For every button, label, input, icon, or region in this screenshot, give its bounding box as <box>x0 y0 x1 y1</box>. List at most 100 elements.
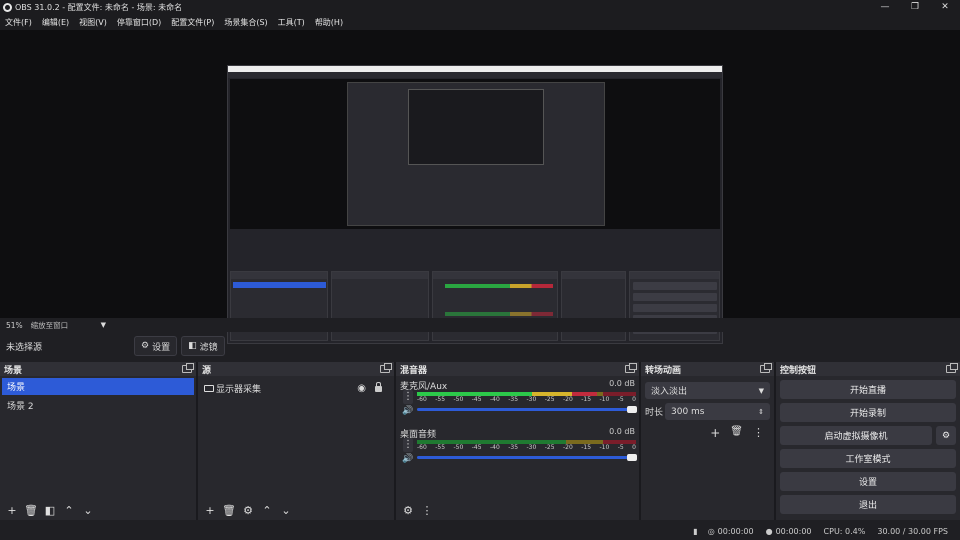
meter-scale: -60 -55 -50 -45 -40 -35 -30 -25 -20 -15 -10 -5 0 <box>417 444 636 452</box>
menu-file[interactable]: 文件(F) <box>5 17 32 28</box>
speaker-icon[interactable]: 🔊 <box>402 406 413 416</box>
scale-tick: -60 <box>417 396 427 403</box>
zoom-percent: 51% <box>6 320 23 330</box>
source-item[interactable]: 显示器采集 ◉ <box>198 380 394 396</box>
scenes-dock: 场景 场景 场景 2 + 🗑 ◧ ⌃ ⌄ <box>0 362 198 520</box>
scale-tick: -40 <box>490 444 500 451</box>
scale-tick: -45 <box>471 444 482 451</box>
fps-readout: 30.00 / 30.00 FPS <box>877 526 948 536</box>
transitions-dock-title: 转场动画 <box>645 365 682 376</box>
mixer-dock-title: 混音器 <box>400 365 428 376</box>
scale-tick: -25 <box>544 396 555 403</box>
slider-handle[interactable] <box>627 406 637 413</box>
controls-dock-title: 控制按钮 <box>780 365 817 376</box>
delete-source-icon[interactable]: 🗑 <box>221 502 237 518</box>
record-icon: ● <box>765 526 773 536</box>
network-signal-icon: ▮ <box>693 526 698 536</box>
scale-tick: -30 <box>526 444 537 451</box>
menu-profile[interactable]: 配置文件(P) <box>171 17 214 28</box>
exit-button[interactable]: 退出 <box>780 495 956 514</box>
spin-arrows-icon[interactable]: ⇕ <box>758 408 764 416</box>
add-source-icon[interactable]: + <box>202 502 218 518</box>
move-down-icon[interactable]: ⌄ <box>278 502 294 518</box>
stream-icon: ◎ <box>707 526 715 536</box>
chevron-down-icon[interactable]: ▼ <box>101 321 106 329</box>
scale-tick: -25 <box>544 444 555 451</box>
scene-item[interactable]: 场景 <box>2 378 194 395</box>
record-time: 00:00:00 <box>775 526 812 536</box>
source-toolbar: 未选择源 ⚙ 设置 ◧ 滤镜 <box>0 334 960 358</box>
source-properties-icon[interactable]: ⚙ <box>240 502 256 518</box>
sources-dock: 源 显示器采集 ◉ + 🗑 ⚙ ⌃ ⌄ <box>198 362 396 520</box>
speaker-icon[interactable]: 🔊 <box>402 454 413 464</box>
menu-tools[interactable]: 工具(T) <box>278 17 305 28</box>
scene-item[interactable]: 场景 2 <box>2 397 194 414</box>
preview-canvas[interactable] <box>0 30 960 344</box>
scene-filter-icon[interactable]: ◧ <box>42 502 58 518</box>
zoom-mode-select[interactable]: 缩放至窗口 <box>31 320 101 331</box>
undock-icon[interactable] <box>380 363 392 373</box>
lock-icon[interactable] <box>375 382 382 392</box>
move-up-icon[interactable]: ⌃ <box>61 502 77 518</box>
menu-view[interactable]: 视图(V) <box>79 17 107 28</box>
add-scene-icon[interactable]: + <box>4 502 20 518</box>
delete-transition-icon[interactable]: 🗑 <box>730 426 743 440</box>
scale-tick: -10 <box>599 396 610 403</box>
move-up-icon[interactable]: ⌃ <box>259 502 275 518</box>
start-virtual-camera-button[interactable]: 启动虚拟摄像机 <box>780 426 932 445</box>
sources-dock-title: 源 <box>202 365 212 376</box>
settings-button[interactable]: 设置 <box>780 472 956 491</box>
window-title: OBS 31.0.2 - 配置文件: 未命名 - 场景: 未命名 <box>15 2 183 12</box>
studio-mode-button[interactable]: 工作室模式 <box>780 449 956 468</box>
minimize-button[interactable]: — <box>870 0 900 14</box>
volume-slider[interactable] <box>417 454 637 461</box>
menu-edit[interactable]: 编辑(E) <box>42 17 69 28</box>
duration-spinbox[interactable]: 300 ms ⇕ <box>665 403 770 420</box>
menu-help[interactable]: 帮助(H) <box>315 17 343 28</box>
eye-icon[interactable]: ◉ <box>357 383 366 394</box>
scale-tick: -35 <box>508 444 519 451</box>
volume-slider[interactable] <box>417 406 637 413</box>
transitions-dock: 转场动画 淡入淡出 ▼ 时长 300 ms ⇕ + 🗑 ⋮ <box>641 362 776 520</box>
menu-scene-collection[interactable]: 场景集合(S) <box>224 17 267 28</box>
scale-tick: -30 <box>526 396 537 403</box>
mixer-channel: 桌面音频 0.0 dB ⋮ -60 -55 -50 -45 -40 -35 -30 -25 -2… <box>400 424 637 472</box>
scale-tick: -45 <box>471 396 482 403</box>
more-options-icon[interactable]: ⋮ <box>403 438 413 452</box>
scale-tick: -40 <box>490 396 500 403</box>
source-settings-button[interactable]: ⚙ 设置 <box>134 336 178 356</box>
audio-settings-icon[interactable]: ⚙ <box>400 502 416 518</box>
start-recording-button[interactable]: 开始录制 <box>780 403 956 422</box>
undock-icon[interactable] <box>625 363 637 373</box>
close-button[interactable]: ✕ <box>930 0 960 14</box>
undock-icon[interactable] <box>946 363 958 373</box>
maximize-button[interactable]: ❐ <box>900 0 930 14</box>
no-source-label: 未选择源 <box>6 342 43 353</box>
transition-select[interactable]: 淡入淡出 ▼ <box>645 382 770 399</box>
delete-scene-icon[interactable]: 🗑 <box>23 502 39 518</box>
undock-icon[interactable] <box>760 363 772 373</box>
mixer-dock: 混音器 麦克风/Aux 0.0 dB ⋮ -60 -55 -50 -45 -40 -35-… <box>396 362 641 520</box>
add-transition-icon[interactable]: + <box>710 426 720 440</box>
scale-tick: -10 <box>599 444 610 451</box>
virtual-camera-settings-icon[interactable]: ⚙ <box>936 426 956 445</box>
more-options-icon[interactable]: ⋮ <box>403 390 413 404</box>
undock-icon[interactable] <box>182 363 194 373</box>
more-options-icon[interactable]: ⋮ <box>753 426 764 440</box>
slider-handle[interactable] <box>627 454 637 461</box>
start-streaming-button[interactable]: 开始直播 <box>780 380 956 399</box>
monitor-icon <box>204 384 214 392</box>
move-down-icon[interactable]: ⌄ <box>80 502 96 518</box>
scale-tick: 0 <box>632 396 636 403</box>
scale-tick: -5 <box>617 444 624 451</box>
menu-bar: 文件(F) 编辑(E) 视图(V) 停靠窗口(D) 配置文件(P) 场景集合(S… <box>0 14 960 30</box>
more-options-icon[interactable]: ⋮ <box>419 502 435 518</box>
obs-window: OBS 31.0.2 - 配置文件: 未命名 - 场景: 未命名 — ❐ ✕ 文… <box>0 0 960 540</box>
source-filters-button[interactable]: ◧ 滤镜 <box>181 336 225 356</box>
menu-docks[interactable]: 停靠窗口(D) <box>117 17 161 28</box>
preview-status-row: 51% 缩放至窗口 ▼ <box>0 318 960 332</box>
mixer-channel: 麦克风/Aux 0.0 dB ⋮ -60 -55 -50 -45 -40 -35 -30 -2… <box>400 376 637 424</box>
channel-db: 0.0 dB <box>609 427 635 436</box>
gear-icon: ⚙ <box>141 341 150 351</box>
meter-scale: -60 -55 -50 -45 -40 -35 -30 -25 -20 -15 -10 -5 0 <box>417 396 636 404</box>
